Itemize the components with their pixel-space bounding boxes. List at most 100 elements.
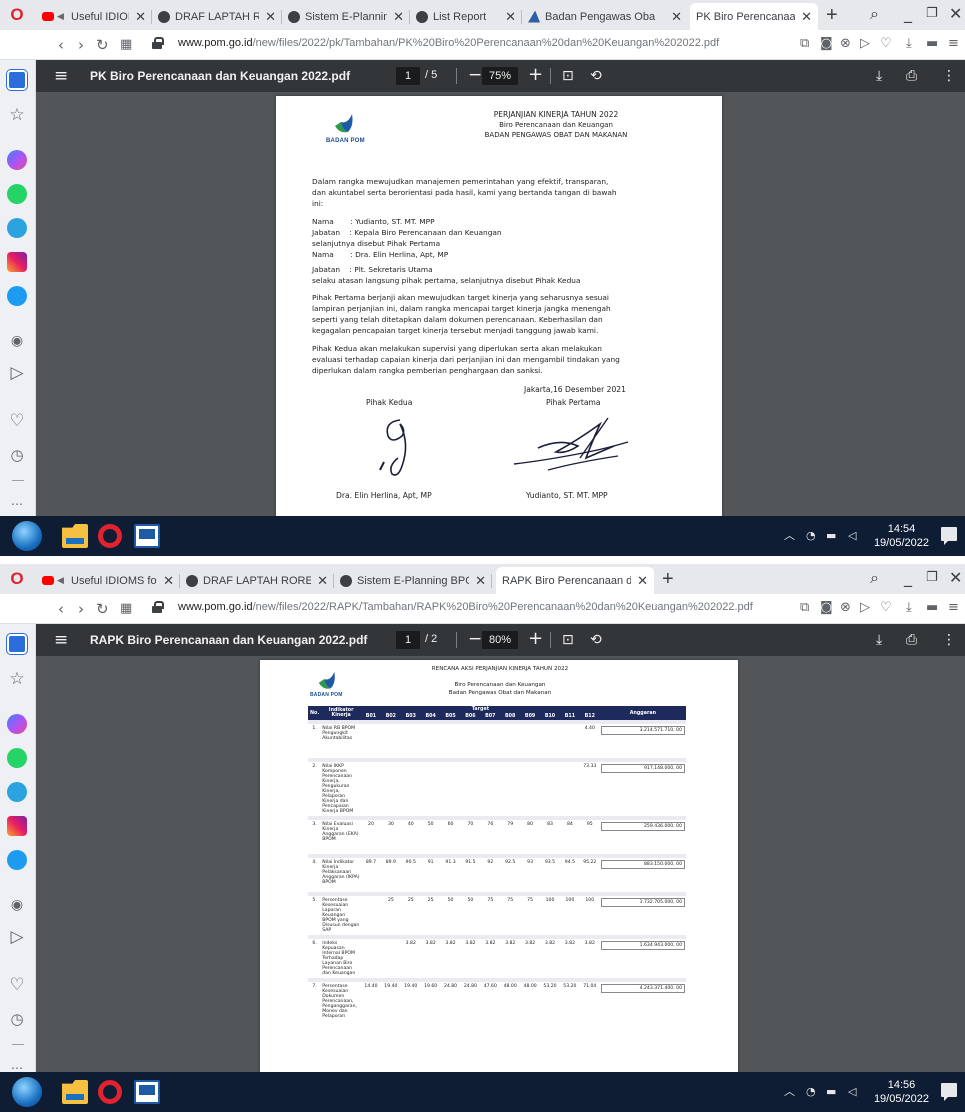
whatsapp-icon[interactable] [7, 184, 27, 204]
player-icon[interactable]: ▷ [860, 600, 870, 616]
pdf-viewer[interactable]: BADAN POM PERJANJIAN KINERJA TAHUN 2022 … [36, 92, 965, 517]
history-icon[interactable]: ◷ [6, 444, 28, 466]
search-tabs-icon[interactable]: ⌕ [870, 568, 879, 588]
file-explorer-icon[interactable] [62, 524, 88, 548]
twitter-icon[interactable] [7, 286, 27, 306]
battery-icon[interactable]: ▬ [826, 529, 836, 543]
notification-icon[interactable] [941, 1083, 957, 1101]
close-window-button[interactable]: ✕ [949, 4, 962, 24]
camera-icon[interactable]: ◙ [820, 600, 833, 616]
lock-icon[interactable] [152, 37, 164, 49]
minimize-button[interactable]: _ [904, 568, 912, 588]
player-icon[interactable]: ◉ [6, 894, 28, 916]
messenger-icon[interactable] [7, 714, 27, 734]
download-icon[interactable]: ⤓ [906, 36, 912, 52]
back-icon[interactable]: ‹ [58, 599, 64, 619]
page-number-input[interactable]: 1 [396, 67, 420, 85]
volume-icon[interactable]: ◁ [848, 529, 856, 543]
close-tab-icon[interactable]: ✕ [671, 9, 682, 25]
close-tab-icon[interactable]: ✕ [163, 573, 174, 589]
volume-icon[interactable]: ◁ [848, 1085, 856, 1099]
fit-page-icon[interactable]: ⊡ [562, 630, 574, 650]
heart-icon[interactable]: ♡ [6, 410, 28, 432]
opera-menu-icon[interactable]: O [8, 570, 26, 588]
new-tab-button[interactable]: + [826, 4, 838, 26]
instagram-icon[interactable] [7, 252, 27, 272]
pdf-menu-icon[interactable]: ≡ [54, 66, 68, 86]
more-options-icon[interactable]: ⋮ [942, 630, 956, 650]
close-tab-icon[interactable]: ✕ [317, 573, 328, 589]
more-icon[interactable]: … [6, 490, 28, 512]
tab-e-planning[interactable]: Sistem E-Planning BP ✕ [282, 3, 410, 30]
search-tabs-icon[interactable]: ⌕ [870, 4, 879, 24]
tab-draf-laptah[interactable]: DRAF LAPTAH RORENI ✕ [152, 3, 282, 30]
file-explorer-icon[interactable] [62, 1080, 88, 1104]
twitter-icon[interactable] [7, 850, 27, 870]
start-button[interactable] [12, 521, 42, 551]
battery-icon[interactable]: ▬ [826, 1085, 836, 1099]
battery-icon[interactable]: ▬ [926, 600, 938, 616]
tab-badan-pengawas[interactable]: Badan Pengawas Oba ✕ [522, 3, 688, 30]
whatsapp-icon[interactable] [7, 748, 27, 768]
bookmark-icon[interactable]: ☆ [6, 668, 28, 690]
page-number-input[interactable]: 1 [396, 631, 420, 649]
player-icon[interactable]: ◉ [6, 330, 28, 352]
back-icon[interactable]: ‹ [58, 35, 64, 55]
snapshot-icon[interactable]: ⧉ [800, 600, 809, 616]
start-button[interactable] [12, 1077, 42, 1107]
close-tab-icon[interactable]: ✕ [505, 9, 516, 25]
tab-pk-biro[interactable]: PK Biro Perencanaan ✕ [690, 3, 818, 30]
instagram-icon[interactable] [7, 816, 27, 836]
tab-youtube[interactable]: ◀ Useful IDIOMS for Any ✕ [36, 567, 180, 594]
zoom-in-button[interactable]: + [528, 628, 543, 650]
easy-setup-icon[interactable]: ≡ [948, 600, 959, 616]
close-tab-icon[interactable]: ✕ [637, 573, 648, 589]
heart-icon[interactable]: ♡ [880, 600, 892, 616]
zoom-out-button[interactable]: − [468, 629, 482, 649]
tab-list-report[interactable]: List Report ✕ [410, 3, 522, 30]
zoom-level-input[interactable]: 75% [482, 67, 518, 85]
grid-icon[interactable]: ▦ [120, 599, 132, 619]
clock[interactable]: 14:54 19/05/2022 [874, 522, 929, 550]
close-tab-icon[interactable]: ✕ [393, 9, 404, 25]
opera-taskbar-icon[interactable] [98, 524, 122, 548]
presentation-app-icon[interactable] [134, 1080, 160, 1104]
network-icon[interactable]: ◔ [806, 1085, 816, 1099]
download-icon[interactable]: ⤓ [906, 600, 912, 616]
forward-icon[interactable]: › [78, 35, 84, 55]
camera-icon[interactable]: ◙ [820, 36, 833, 52]
notification-icon[interactable] [941, 527, 957, 545]
print-icon[interactable]: ⎙ [906, 630, 917, 650]
pdf-menu-icon[interactable]: ≡ [54, 630, 68, 650]
messenger-icon[interactable] [7, 150, 27, 170]
download-icon[interactable]: ⤓ [876, 630, 882, 650]
zoom-level-input[interactable]: 80% [482, 631, 518, 649]
url-field[interactable]: www.pom.go.id/new/files/2022/RAPK/Tambah… [178, 601, 753, 613]
forward-icon[interactable]: › [78, 599, 84, 619]
speaker-icon[interactable]: ◀ [57, 576, 66, 585]
home-icon[interactable] [7, 70, 27, 90]
opera-menu-icon[interactable]: O [8, 6, 26, 24]
pdf-viewer[interactable]: BADAN POM RENCANA AKSI PERJANJIAN KINERJ… [36, 656, 965, 1081]
lock-icon[interactable] [152, 601, 164, 613]
clock[interactable]: 14:56 19/05/2022 [874, 1078, 929, 1106]
show-hidden-icons[interactable]: ︿ [784, 529, 795, 543]
battery-icon[interactable]: ▬ [926, 36, 938, 52]
heart-icon[interactable]: ♡ [880, 36, 892, 52]
snapshot-icon[interactable]: ⧉ [800, 36, 809, 52]
new-tab-button[interactable]: + [662, 568, 674, 590]
adblock-icon[interactable]: ⊗ [840, 600, 851, 616]
zoom-out-button[interactable]: − [468, 65, 482, 85]
minimize-button[interactable]: _ [904, 4, 912, 24]
send-icon[interactable]: ▷ [6, 926, 28, 948]
presentation-app-icon[interactable] [134, 524, 160, 548]
reload-icon[interactable]: ↻ [96, 35, 109, 55]
tab-youtube[interactable]: ◀ Useful IDIOMS fo ✕ [36, 3, 152, 30]
send-icon[interactable]: ▷ [6, 362, 28, 384]
grid-icon[interactable]: ▦ [120, 35, 132, 55]
download-icon[interactable]: ⤓ [876, 66, 882, 86]
tab-rapk-biro[interactable]: RAPK Biro Perencanaan da ✕ [496, 567, 654, 594]
more-options-icon[interactable]: ⋮ [942, 66, 956, 86]
tab-draf-laptah[interactable]: DRAF LAPTAH RORENKEU ✕ [180, 567, 334, 594]
fit-page-icon[interactable]: ⊡ [562, 66, 574, 86]
